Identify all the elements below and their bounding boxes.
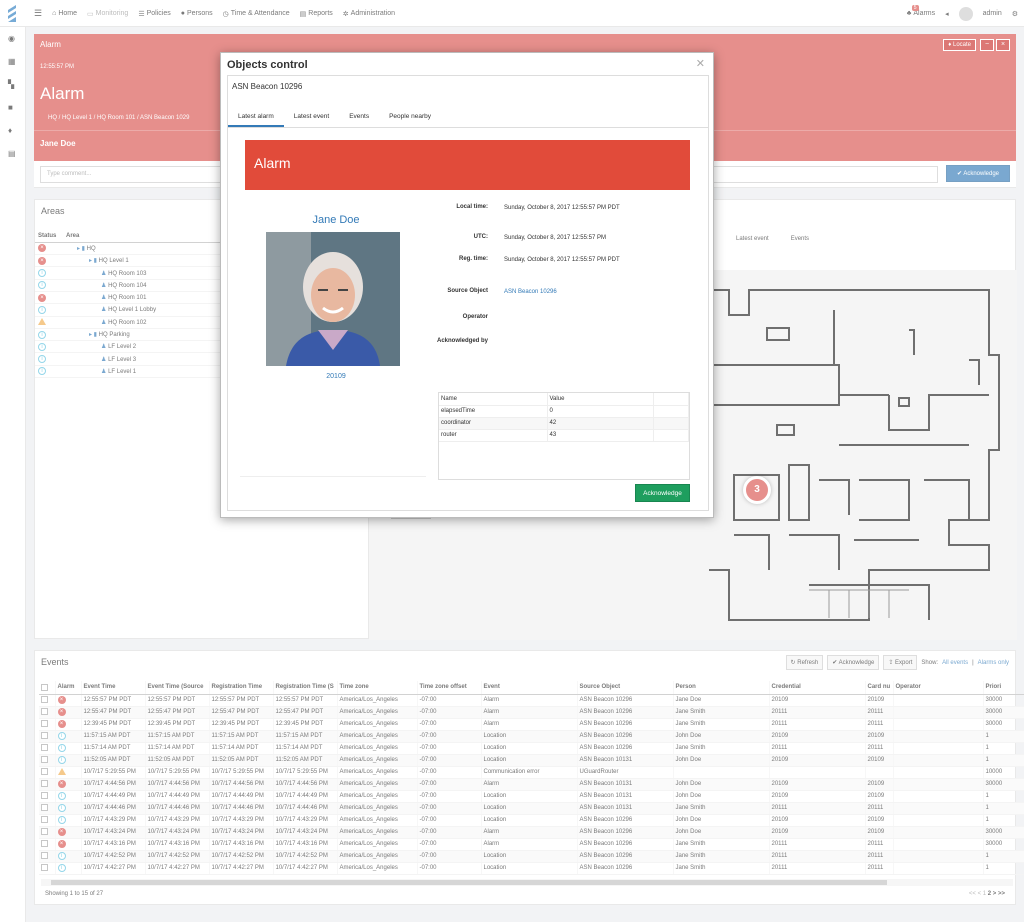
property-name: elapsedTime <box>439 405 548 418</box>
property-value: 42 <box>547 417 654 430</box>
modal-body: ASN Beacon 10296 Latest alarm Latest eve… <box>227 75 709 511</box>
property-name: coordinator <box>439 417 548 430</box>
person-name-link[interactable]: Jane Doe <box>276 214 396 226</box>
col-name[interactable]: Name <box>439 393 548 406</box>
tab-latest-event[interactable]: Latest event <box>284 106 339 127</box>
tab-people-nearby[interactable]: People nearby <box>379 106 441 127</box>
modal-tabs: Latest alarm Latest event Events People … <box>228 106 708 128</box>
object-name: ASN Beacon 10296 <box>232 82 303 91</box>
person-id-link[interactable]: 20109 <box>276 373 396 380</box>
modal-close-icon[interactable]: ✕ <box>696 57 705 70</box>
property-name: router <box>439 429 548 442</box>
property-value: 0 <box>547 405 654 418</box>
alarm-banner: Alarm <box>245 140 690 190</box>
property-row: coordinator 42 <box>439 417 689 430</box>
tab-latest-alarm[interactable]: Latest alarm <box>228 106 284 127</box>
source-object-link[interactable]: ASN Beacon 10296 <box>504 288 634 297</box>
col-value[interactable]: Value <box>547 393 654 406</box>
property-row: elapsedTime 0 <box>439 405 689 418</box>
properties-table: Name Value elapsedTime 0 coordinator 42 route… <box>438 392 690 480</box>
divider <box>240 476 426 477</box>
tab-events[interactable]: Events <box>339 106 379 127</box>
property-value: 43 <box>547 429 654 442</box>
person-photo <box>266 232 400 366</box>
acknowledge-button[interactable]: Acknowledge <box>635 484 690 502</box>
modal-title: Objects control <box>227 59 308 71</box>
objects-control-modal: Objects control ✕ ASN Beacon 10296 Lates… <box>220 52 714 518</box>
property-row: router 43 <box>439 429 689 442</box>
